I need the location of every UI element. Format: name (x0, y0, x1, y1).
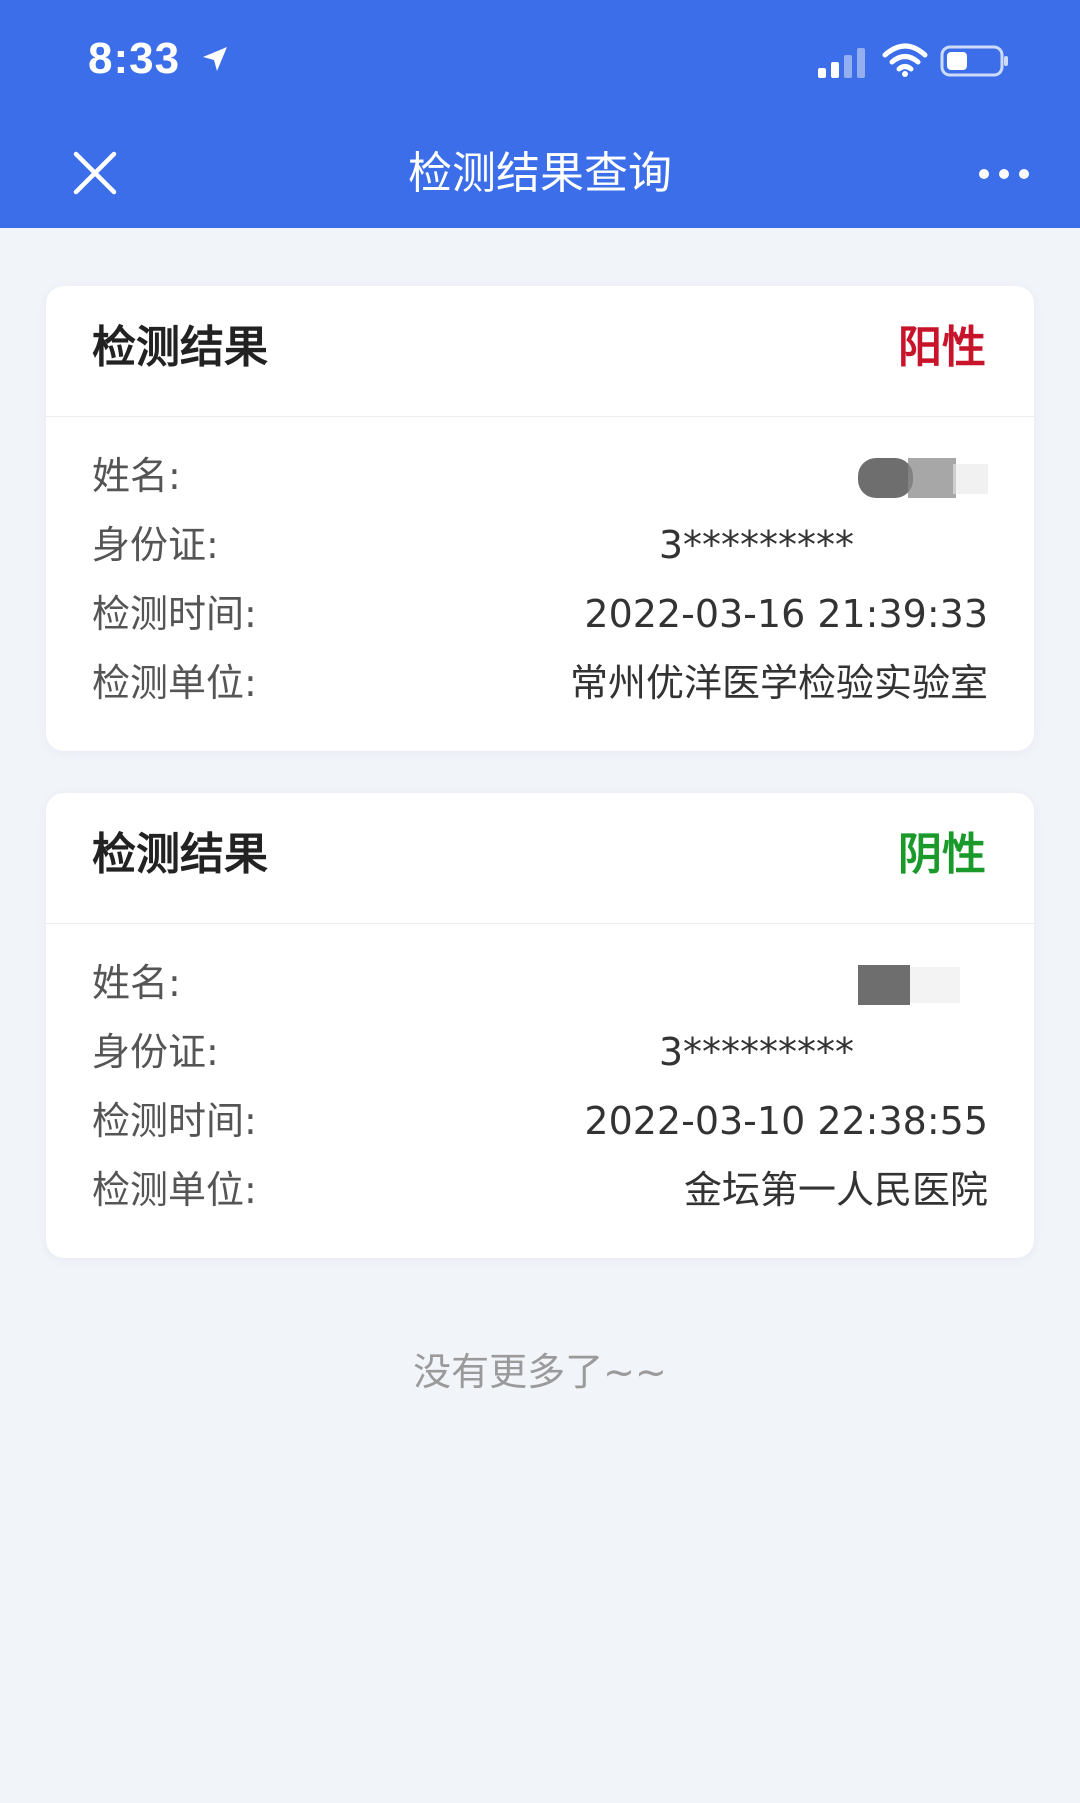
test-time-label: 检测时间: (92, 592, 257, 636)
id-card-value: 3********* (658, 1030, 854, 1074)
test-time-value: 2022-03-10 22:38:55 (584, 1099, 988, 1143)
result-card-positive: 检测结果 阳性 姓名: 身份证: 3********* 检测时间: 2022-0… (46, 286, 1034, 751)
test-time-label: 检测时间: (92, 1099, 257, 1143)
card-header: 检测结果 阳性 (46, 286, 1034, 417)
app-header: 8:33 检测结果查询 (0, 0, 1080, 228)
id-card-value: 3********* (658, 523, 854, 567)
test-unit-label: 检测单位: (92, 1168, 257, 1212)
more-icon (979, 169, 1029, 179)
test-time-row: 检测时间: 2022-03-16 21:39:33 (92, 584, 988, 644)
more-button[interactable] (974, 156, 1034, 192)
no-more-text: 没有更多了~~ (413, 1350, 667, 1394)
page-title: 检测结果查询 (408, 148, 672, 199)
battery-icon (940, 45, 1008, 77)
test-unit-row: 检测单位: 金坛第一人民医院 (92, 1160, 988, 1220)
test-unit-value: 常州优洋医学检验实验室 (569, 661, 988, 705)
cellular-signal-icon (818, 48, 865, 78)
result-status-badge: 阳性 (898, 322, 986, 373)
result-card-negative: 检测结果 阴性 姓名: 身份证: 3********* 检测时间: 2022-0… (46, 793, 1034, 1258)
result-status-badge: 阴性 (898, 829, 986, 880)
id-card-label: 身份证: (92, 523, 219, 567)
name-redacted-blur (858, 458, 988, 498)
card-title: 检测结果 (92, 322, 268, 373)
test-unit-value: 金坛第一人民医院 (683, 1168, 988, 1212)
name-redacted-blur (858, 965, 960, 1005)
id-card-row: 身份证: 3********* (92, 515, 988, 575)
name-label: 姓名: (92, 961, 181, 1005)
id-card-row: 身份证: 3********* (92, 1022, 988, 1082)
location-arrow-icon (203, 47, 227, 71)
test-unit-label: 检测单位: (92, 661, 257, 705)
wifi-icon (882, 43, 928, 77)
test-time-row: 检测时间: 2022-03-10 22:38:55 (92, 1091, 988, 1151)
name-label: 姓名: (92, 454, 181, 498)
name-row: 姓名: (92, 446, 988, 506)
id-card-label: 身份证: (92, 1030, 219, 1074)
card-title: 检测结果 (92, 829, 268, 880)
name-row: 姓名: (92, 953, 988, 1013)
test-unit-row: 检测单位: 常州优洋医学检验实验室 (92, 653, 988, 713)
status-time: 8:33 (88, 34, 181, 83)
test-time-value: 2022-03-16 21:39:33 (584, 592, 988, 636)
card-header: 检测结果 阴性 (46, 793, 1034, 924)
